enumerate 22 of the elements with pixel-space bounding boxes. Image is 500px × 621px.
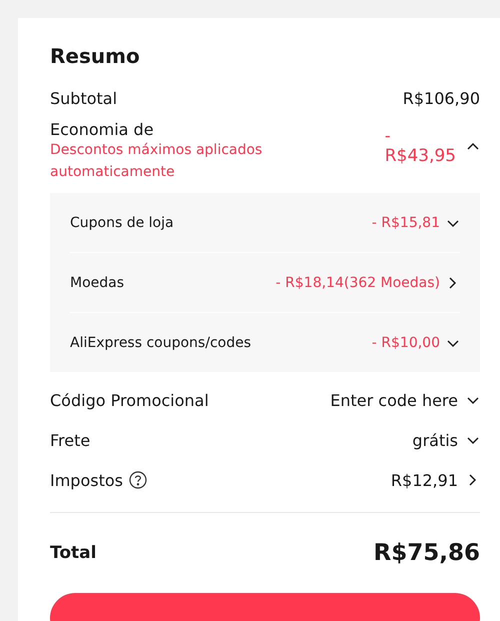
- discount-label: Cupons de loja: [70, 214, 175, 230]
- total-value: R$75,86: [374, 540, 480, 566]
- row-label: Impostos: [50, 470, 123, 490]
- savings-value: R$43,95: [384, 146, 456, 166]
- row-value[interactable]: grátis: [412, 430, 458, 450]
- summary-title: Resumo: [50, 44, 141, 68]
- total-label: Total: [50, 543, 96, 563]
- help-icon[interactable]: [128, 471, 147, 489]
- row-label: Subtotal: [50, 88, 118, 108]
- savings-note: Descontos máximos aplicados automaticamente: [50, 141, 264, 182]
- row-value[interactable]: Enter code here: [330, 390, 458, 410]
- discount-label: AliExpress coupons/codes: [70, 334, 252, 350]
- minus-sign: -: [384, 126, 392, 146]
- discount-value: - R$18,14(362 Moedas): [276, 274, 440, 290]
- discount-value: - R$15,81: [372, 214, 440, 230]
- discount-label: Moedas: [70, 274, 126, 290]
- row-label: Economia de: [50, 120, 155, 139]
- row-label: Código Promocional: [50, 390, 209, 410]
- row-value[interactable]: R$12,91: [390, 470, 458, 490]
- row-label: Frete: [50, 430, 90, 450]
- row-value: R$106,90: [402, 88, 480, 108]
- discount-value: - R$10,00: [372, 334, 440, 350]
